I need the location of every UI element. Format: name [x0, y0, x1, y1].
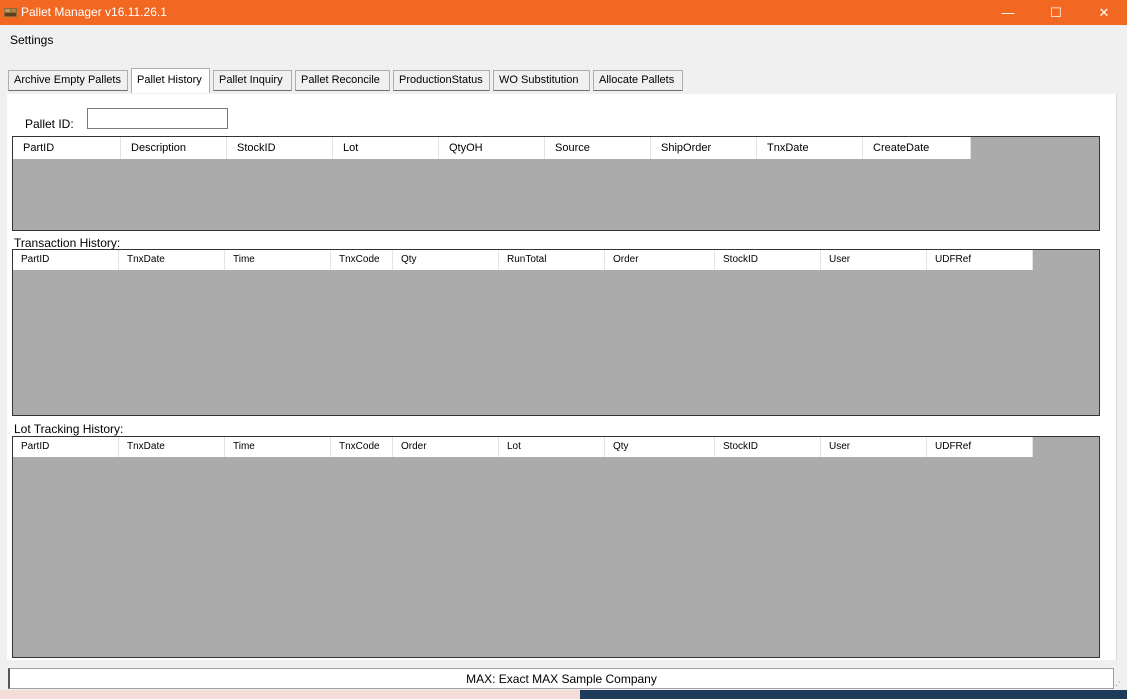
transaction-history-label: Transaction History:: [14, 236, 121, 250]
tab-allocate-pallets[interactable]: Allocate Pallets: [593, 70, 683, 91]
column-header[interactable]: Order: [393, 437, 499, 457]
lot-tracking-history-grid[interactable]: PartID TnxDate Time TnxCode Order Lot Qt…: [12, 436, 1100, 658]
window-title: Pallet Manager v16.11.26.1: [21, 5, 167, 19]
column-header[interactable]: StockID: [227, 137, 333, 159]
status-bar: MAX: Exact MAX Sample Company: [8, 668, 1114, 689]
column-header[interactable]: QtyOH: [439, 137, 545, 159]
lot-tracking-history-label: Lot Tracking History:: [14, 422, 124, 436]
title-bar: Pallet Manager v16.11.26.1 — ☐ ✕: [0, 0, 1127, 25]
column-header[interactable]: TnxCode: [331, 250, 393, 270]
menu-settings[interactable]: Settings: [10, 33, 53, 47]
pallet-id-input[interactable]: [87, 108, 228, 129]
taskbar-right: [580, 690, 1127, 699]
column-header[interactable]: StockID: [715, 437, 821, 457]
tab-wo-substitution[interactable]: WO Substitution: [493, 70, 590, 91]
column-header[interactable]: UDFRef: [927, 250, 1033, 270]
column-header[interactable]: PartID: [13, 437, 119, 457]
tab-production-status[interactable]: ProductionStatus: [393, 70, 490, 91]
column-header[interactable]: RunTotal: [499, 250, 605, 270]
column-header[interactable]: User: [821, 250, 927, 270]
column-header[interactable]: Description: [121, 137, 227, 159]
maximize-button[interactable]: ☐: [1038, 0, 1074, 25]
pallet-grid-header: PartID Description StockID Lot QtyOH Sou…: [13, 137, 971, 159]
close-button[interactable]: ✕: [1086, 0, 1122, 25]
column-header[interactable]: Qty: [605, 437, 715, 457]
column-header[interactable]: Qty: [393, 250, 499, 270]
column-header[interactable]: Lot: [499, 437, 605, 457]
column-header[interactable]: UDFRef: [927, 437, 1033, 457]
column-header[interactable]: TnxCode: [331, 437, 393, 457]
column-header[interactable]: Time: [225, 250, 331, 270]
column-header[interactable]: Source: [545, 137, 651, 159]
taskbar-strip: [0, 690, 1127, 699]
column-header[interactable]: ShipOrder: [651, 137, 757, 159]
tab-pallet-reconcile[interactable]: Pallet Reconcile: [295, 70, 390, 91]
pallet-app-icon: [4, 8, 17, 17]
column-header[interactable]: TnxDate: [119, 437, 225, 457]
tab-pallet-history[interactable]: Pallet History: [131, 68, 210, 93]
pallet-grid[interactable]: PartID Description StockID Lot QtyOH Sou…: [12, 136, 1100, 231]
menu-bar: Settings: [0, 25, 1127, 53]
tab-strip: Archive Empty Pallets Pallet History Pal…: [0, 66, 1127, 95]
status-company: MAX: Exact MAX Sample Company: [466, 672, 657, 686]
column-header[interactable]: TnxDate: [757, 137, 863, 159]
taskbar-left: [0, 690, 580, 699]
column-header[interactable]: TnxDate: [119, 250, 225, 270]
column-header[interactable]: PartID: [13, 137, 121, 159]
column-header[interactable]: User: [821, 437, 927, 457]
transaction-history-header: PartID TnxDate Time TnxCode Qty RunTotal…: [13, 250, 1033, 270]
tab-pallet-inquiry[interactable]: Pallet Inquiry: [213, 70, 292, 91]
column-header[interactable]: Order: [605, 250, 715, 270]
column-header[interactable]: Lot: [333, 137, 439, 159]
column-header[interactable]: Time: [225, 437, 331, 457]
column-header[interactable]: StockID: [715, 250, 821, 270]
transaction-history-grid[interactable]: PartID TnxDate Time TnxCode Qty RunTotal…: [12, 249, 1100, 416]
lot-tracking-history-header: PartID TnxDate Time TnxCode Order Lot Qt…: [13, 437, 1033, 457]
column-header[interactable]: PartID: [13, 250, 119, 270]
tab-archive-empty-pallets[interactable]: Archive Empty Pallets: [8, 70, 128, 91]
pallet-id-label: Pallet ID:: [25, 117, 74, 131]
resize-grip-icon[interactable]: ⋰: [1112, 680, 1124, 690]
column-header[interactable]: CreateDate: [863, 137, 971, 159]
minimize-button[interactable]: —: [990, 0, 1026, 25]
